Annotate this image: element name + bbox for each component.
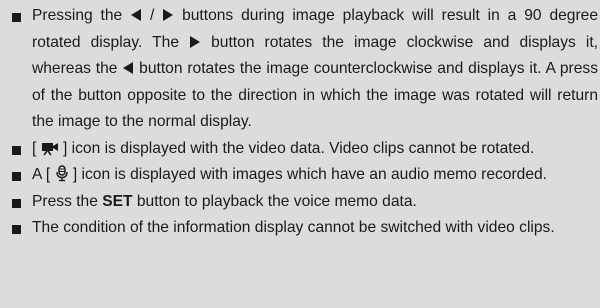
left-triangle-icon: [123, 62, 134, 74]
left-triangle-icon: [131, 9, 142, 21]
video-camera-icon: [41, 142, 58, 155]
bullet-square-icon: [12, 172, 21, 181]
note-text: button to playback the voice memo data.: [132, 192, 417, 210]
bullet-square-icon: [12, 13, 21, 22]
right-triangle-icon: [163, 9, 174, 21]
notes-list: Pressing the / buttons during image play…: [8, 3, 598, 242]
note-text: The condition of the information display…: [32, 219, 555, 236]
note-info-display: The condition of the information display…: [8, 215, 598, 242]
note-video: [ ] icon is displayed with the video dat…: [8, 136, 598, 163]
bullet-square-icon: [12, 145, 21, 155]
note-audio-memo: A [ ] icon is displayed with images whic…: [8, 162, 598, 189]
note-text: ] icon is displayed with the video data.…: [58, 139, 535, 157]
note-text: /: [142, 7, 163, 24]
microphone-icon: [55, 165, 68, 182]
note-text: ] icon is displayed with images which ha…: [68, 166, 548, 183]
bullet-square-icon: [12, 198, 21, 208]
bullet-square-icon: [12, 225, 21, 234]
right-triangle-icon: [190, 35, 201, 48]
note-text: A [: [32, 166, 55, 183]
note-text: [: [32, 139, 41, 157]
set-button-label: SET: [102, 192, 133, 210]
note-text: Press the: [32, 192, 103, 210]
note-text: Pressing the: [32, 7, 131, 24]
note-rotation: Pressing the / buttons during image play…: [8, 3, 598, 136]
note-set-button: Press the SET button to playback the voi…: [8, 189, 598, 216]
